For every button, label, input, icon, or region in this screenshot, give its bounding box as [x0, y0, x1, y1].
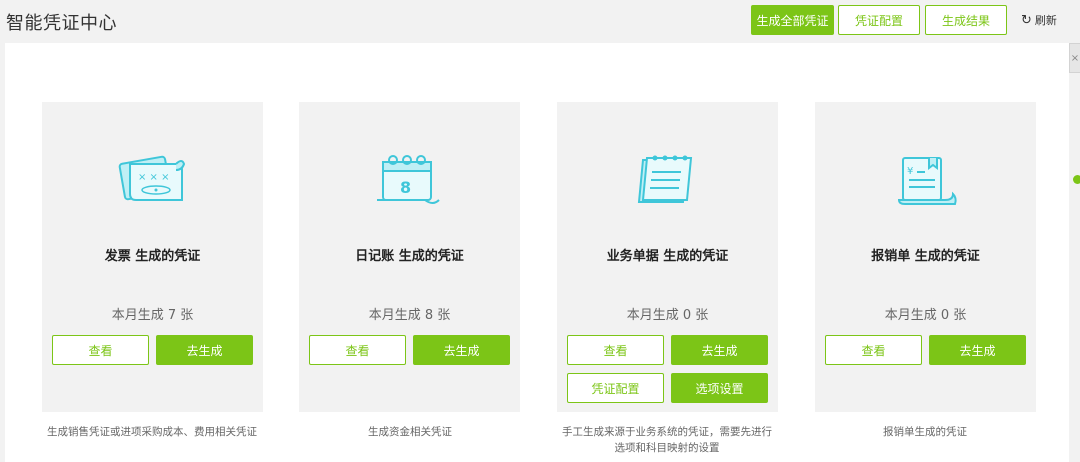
card-title: 日记账 生成的凭证: [355, 249, 464, 264]
card-description-business-document: 手工生成来源于业务系统的凭证，需要先进行 选项和科目映射的设置: [537, 424, 797, 456]
refresh-icon: ↻: [1021, 12, 1032, 28]
description-line: 手工生成来源于业务系统的凭证，需要先进行: [562, 426, 772, 438]
card-count: 本月生成 7 张: [111, 308, 194, 323]
header: 智能凭证中心 生成全部凭证 凭证配置 生成结果 ↻ 刷新: [0, 0, 1080, 42]
svg-text:8: 8: [400, 178, 411, 197]
journal-calendar-icon: 8: [369, 147, 449, 217]
expense-report-icon: ¥: [885, 147, 965, 217]
view-button[interactable]: 查看: [567, 335, 664, 365]
generate-button[interactable]: 去生成: [929, 335, 1026, 365]
card-expense-report: ¥ 报销单 生成的凭证 本月生成 0 张 查看 去生成: [815, 102, 1036, 412]
view-button[interactable]: 查看: [309, 335, 406, 365]
side-indicator-dot: [1073, 175, 1080, 184]
svg-text:¥: ¥: [907, 166, 913, 177]
view-button[interactable]: 查看: [825, 335, 922, 365]
refresh-button[interactable]: ↻ 刷新: [1021, 12, 1057, 28]
options-settings-button[interactable]: 选项设置: [671, 373, 768, 403]
card-journal: 8 日记账 生成的凭证 本月生成 8 张 查看 去生成: [299, 102, 520, 412]
voucher-config-button[interactable]: 凭证配置: [567, 373, 664, 403]
refresh-label: 刷新: [1034, 14, 1057, 27]
generate-button[interactable]: 去生成: [413, 335, 510, 365]
generate-button[interactable]: 去生成: [671, 335, 768, 365]
card-description-journal: 生成资金相关凭证: [368, 426, 452, 438]
generate-results-button[interactable]: 生成结果: [925, 5, 1007, 35]
generate-all-button[interactable]: 生成全部凭证: [751, 5, 834, 35]
card-count: 本月生成 8 张: [368, 308, 451, 323]
description-line: 选项和科目映射的设置: [614, 442, 720, 454]
card-title: 报销单 生成的凭证: [871, 249, 980, 264]
svg-text:× × ×: × × ×: [138, 172, 170, 183]
voucher-config-button[interactable]: 凭证配置: [838, 5, 920, 35]
card-description-expense-report: 报销单生成的凭证: [883, 426, 967, 438]
side-panel-close-icon[interactable]: ×: [1069, 43, 1080, 73]
business-document-icon: [627, 147, 707, 217]
generate-button[interactable]: 去生成: [156, 335, 253, 365]
card-title: 发票 生成的凭证: [104, 249, 201, 264]
card-business-document: 业务单据 生成的凭证 本月生成 0 张 查看 去生成 凭证配置 选项设置: [557, 102, 778, 412]
page-title: 智能凭证中心: [6, 13, 117, 34]
card-description-invoice: 生成销售凭证或进项采购成本、费用相关凭证: [47, 426, 257, 438]
card-title: 业务单据 生成的凭证: [606, 249, 729, 264]
invoice-icon: × × ×: [112, 147, 192, 217]
card-invoice: × × × 发票 生成的凭证 本月生成 7 张 查看 去生成: [42, 102, 263, 412]
card-count: 本月生成 0 张: [626, 308, 709, 323]
card-count: 本月生成 0 张: [884, 308, 967, 323]
view-button[interactable]: 查看: [52, 335, 149, 365]
